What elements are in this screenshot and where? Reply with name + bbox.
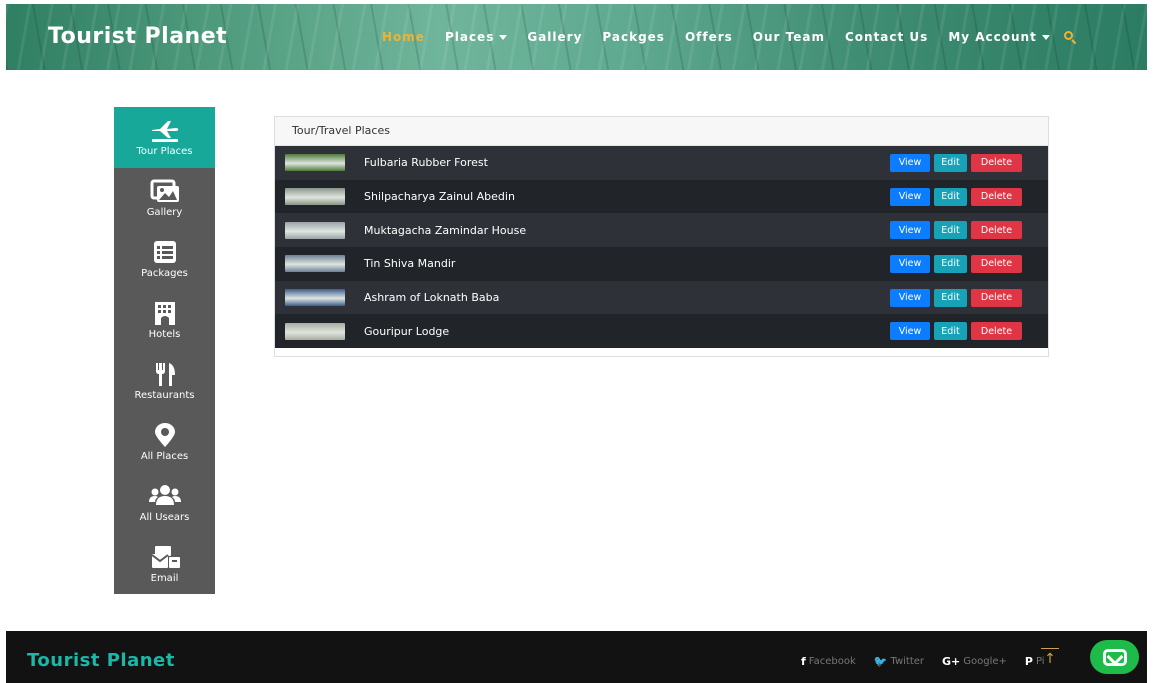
sidebar-item-hotels[interactable]: Hotels [114, 290, 215, 351]
view-button[interactable]: View [890, 254, 930, 273]
sidebar-item-label: All Places [140, 451, 189, 462]
row-actions: View Edit Delete [890, 221, 1026, 240]
place-name: Muktagacha Zamindar House [364, 223, 527, 237]
delete-button[interactable]: Delete [971, 221, 1022, 240]
page: Tourist Planet Home Places Gallery Packg… [0, 0, 1153, 683]
view-button[interactable]: View [890, 322, 930, 341]
sidebar-item-restaurants[interactable]: Restaurants [114, 351, 215, 412]
sidebar-item-label: Packages [141, 268, 188, 279]
sidebar-item-label: All Usears [139, 512, 190, 523]
search-icon[interactable] [1063, 31, 1077, 45]
sidebar-item-label: Gallery [146, 207, 183, 218]
place-thumbnail [285, 221, 345, 239]
edit-button[interactable]: Edit [934, 187, 967, 206]
view-button[interactable]: View [890, 153, 930, 172]
delete-button[interactable]: Delete [971, 288, 1022, 307]
row-actions: View Edit Delete [890, 322, 1026, 341]
table-row: Fulbaria Rubber Forest View Edit Delete [275, 146, 1048, 180]
edit-button[interactable]: Edit [934, 153, 967, 172]
plane-icon [148, 118, 182, 142]
place-thumbnail [285, 255, 345, 273]
table-row: Shilpacharya Zainul Abedin View Edit Del… [275, 179, 1048, 214]
place-name: Fulbaria Rubber Forest [364, 156, 488, 170]
delete-button[interactable]: Delete [971, 322, 1022, 341]
nav-offers[interactable]: Offers [685, 30, 733, 44]
nav-home[interactable]: Home [382, 30, 425, 44]
row-actions: View Edit Delete [890, 288, 1026, 307]
row-actions: View Edit Delete [890, 153, 1026, 172]
edit-button[interactable]: Edit [934, 254, 967, 273]
images-icon [148, 179, 182, 203]
facebook-icon: f [801, 655, 806, 668]
table-row: Muktagacha Zamindar House View Edit Dele… [275, 213, 1048, 248]
panel-title: Tour/Travel Places [275, 117, 1048, 146]
view-button[interactable]: View [890, 288, 930, 307]
places-panel: Tour/Travel Places Fulbaria Rubber Fores… [274, 116, 1049, 357]
place-thumbnail [285, 154, 345, 172]
social-links: f Facebook 🐦 Twitter G+ Google+ P Pi [801, 655, 1063, 668]
sidebar-item-label: Hotels [148, 329, 181, 340]
row-actions: View Edit Delete [890, 187, 1026, 206]
edit-button[interactable]: Edit [934, 322, 967, 341]
place-name: Gouripur Lodge [364, 324, 450, 338]
nav-contact-us[interactable]: Contact Us [845, 30, 928, 44]
facebook-link[interactable]: f Facebook [801, 655, 856, 668]
list-icon [148, 240, 182, 264]
delete-button[interactable]: Delete [971, 153, 1022, 172]
table-row: Gouripur Lodge View Edit Delete [275, 314, 1048, 349]
footer-brand: Tourist Planet [27, 650, 175, 671]
google-plus-link[interactable]: G+ Google+ [942, 655, 1007, 668]
nav-packages[interactable]: Packges [602, 30, 665, 44]
mail-bulk-icon [148, 545, 182, 569]
users-icon [148, 484, 182, 508]
sidebar-item-email[interactable]: Email [114, 534, 215, 595]
utensils-icon [148, 362, 182, 386]
table-row: Tin Shiva Mandir View Edit Delete [275, 247, 1048, 281]
delete-button[interactable]: Delete [971, 187, 1022, 206]
hotel-icon [148, 301, 182, 325]
nav-places[interactable]: Places [445, 30, 508, 44]
place-name: Tin Shiva Mandir [364, 257, 456, 271]
main-nav: Home Places Gallery Packges Offers Our T… [382, 30, 1077, 45]
sidebar-item-label: Restaurants [134, 390, 195, 401]
sidebar-item-gallery[interactable]: Gallery [114, 168, 215, 229]
place-thumbnail [285, 289, 345, 307]
delete-button[interactable]: Delete [971, 254, 1022, 273]
site-footer: Tourist Planet f Facebook 🐦 Twitter G+ Goog… [6, 631, 1147, 683]
places-table: Fulbaria Rubber Forest View Edit Delete … [275, 146, 1048, 349]
sidebar-item-label: Email [150, 573, 179, 584]
sidebar-item-packages[interactable]: Packages [114, 229, 215, 290]
table-row: Ashram of Loknath Baba View Edit Delete [275, 280, 1048, 315]
envelope-icon [1102, 648, 1127, 666]
sidebar-item-tour-places[interactable]: Tour Places [114, 107, 215, 168]
google-plus-icon: G+ [942, 655, 961, 668]
twitter-link[interactable]: 🐦 Twitter [874, 655, 924, 668]
place-name: Shilpacharya Zainul Abedin [364, 190, 515, 204]
map-marker-icon [148, 423, 182, 447]
sidebar-item-all-places[interactable]: All Places [114, 412, 215, 473]
site-header: Tourist Planet Home Places Gallery Packg… [6, 4, 1147, 70]
row-actions: View Edit Delete [890, 254, 1026, 273]
twitter-icon: 🐦 [873, 655, 888, 668]
site-brand[interactable]: Tourist Planet [48, 24, 227, 49]
caret-down-icon [1041, 34, 1050, 40]
view-button[interactable]: View [890, 221, 930, 240]
caret-down-icon [499, 34, 508, 40]
nav-our-team[interactable]: Our Team [753, 30, 825, 44]
edit-button[interactable]: Edit [934, 288, 967, 307]
sidebar-item-all-users[interactable]: All Usears [114, 473, 215, 534]
nav-my-account[interactable]: My Account [948, 30, 1050, 44]
place-name: Ashram of Loknath Baba [364, 291, 500, 305]
edit-button[interactable]: Edit [934, 221, 967, 240]
chat-button[interactable] [1090, 640, 1139, 674]
admin-sidebar: Tour Places Gallery Packages Hotels Rest… [114, 107, 215, 594]
view-button[interactable]: View [890, 187, 930, 206]
place-thumbnail [285, 188, 345, 206]
nav-gallery[interactable]: Gallery [527, 30, 582, 44]
pinterest-icon: P [1024, 655, 1033, 668]
place-thumbnail [285, 322, 345, 340]
sidebar-item-label: Tour Places [136, 146, 193, 157]
scroll-top-button[interactable]: ↑ [1041, 648, 1059, 668]
